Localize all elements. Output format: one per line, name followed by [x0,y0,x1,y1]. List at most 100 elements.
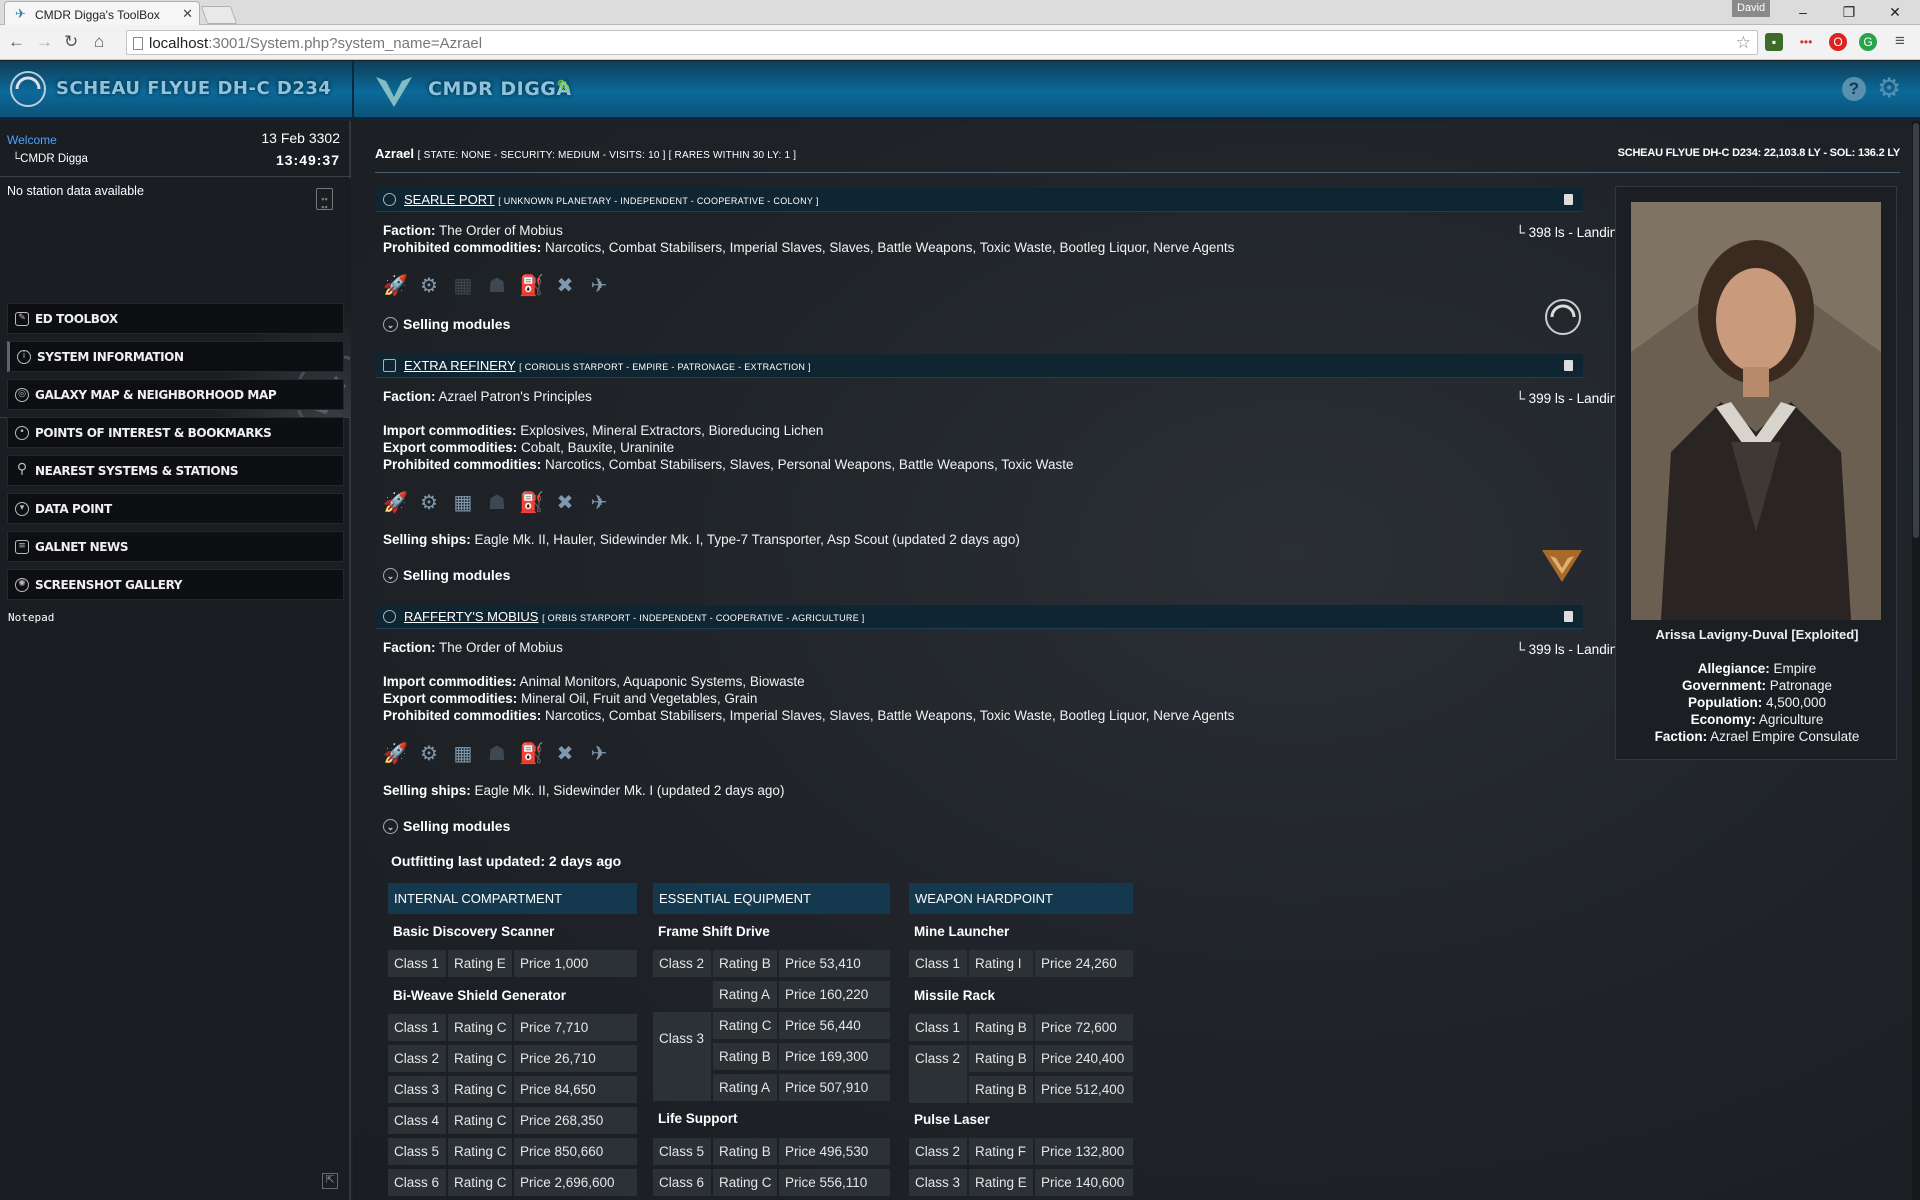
black-market-icon: ☗ [488,743,506,765]
new-tab-button[interactable] [200,6,238,24]
document-icon[interactable] [1564,611,1573,622]
grammarly-icon[interactable]: G [1859,33,1877,51]
menu-icon[interactable]: ≡ [1895,31,1905,51]
game-time: 13:49:37 [275,152,340,168]
url-input[interactable]: localhost:3001/System.php?system_name=Az… [126,30,1758,55]
module-class: Class 2 [909,1138,967,1165]
settings-gear-icon[interactable]: ⚙ [1877,73,1901,104]
ships-line: Selling ships: Eagle Mk. II, Hauler, Sid… [383,532,1020,547]
module-group-name: Basic Discovery Scanner [393,924,555,939]
import-line: Import commodities: Explosives, Mineral … [383,423,823,438]
prohibited-value: Narcotics, Combat Stabilisers, Slaves, P… [545,457,1074,472]
scrollbar-thumb[interactable] [1913,123,1919,538]
close-tab-icon[interactable]: ✕ [182,6,193,22]
station-header-searle-port[interactable]: SEARLE PORT [ UNKNOWN PLANETARY - INDEPE… [376,188,1583,212]
cmdr-name: CMDR DIGGA [428,78,572,100]
window-close-icon[interactable]: ✕ [1872,0,1918,24]
help-icon[interactable]: ? [1842,77,1866,101]
calculator-icon[interactable]: ▪▪ ▪▪ [316,188,333,212]
label: Import commodities: [383,674,517,689]
poi-icon: • [15,426,29,440]
opera-icon[interactable]: O [1829,33,1847,51]
module-price: Price 26,710 [514,1045,637,1072]
scrollbar-track[interactable] [1912,121,1920,1200]
extension-dots-icon[interactable]: ••• [1797,33,1815,51]
document-icon[interactable] [1564,360,1573,371]
station-name[interactable]: EXTRA REFINERY [404,358,516,373]
module-rating: Rating B [969,1014,1033,1041]
selling-modules-toggle[interactable]: ⌄ Selling modules [383,567,510,583]
collapse-sidebar-icon[interactable]: ⇱ [322,1173,338,1189]
station-header-extra-refinery[interactable]: EXTRA REFINERY [ CORIOLIS STARPORT - EMP… [376,354,1583,378]
faction-line: Faction: Azrael Patron's Principles [383,389,592,404]
module-class: Class 2 [909,1045,967,1103]
menu-points-of-interest[interactable]: • POINTS OF INTEREST & BOOKMARKS [7,417,344,448]
menu-data-point[interactable]: ▾ DATA POINT [7,493,344,524]
document-icon[interactable] [1564,194,1573,205]
bookmark-star-icon[interactable]: ☆ [1736,33,1751,53]
module-rating: Rating E [448,950,512,977]
module-price: Price 268,350 [514,1107,637,1134]
module-price: Price 1,000 [514,950,637,977]
module-rating: Rating B [969,1076,1033,1103]
label: Selling ships: [383,783,471,798]
module-rating: Rating C [448,1014,512,1041]
minimize-icon[interactable]: – [1780,0,1826,24]
menu-galnet-news[interactable]: ≡ GALNET NEWS [7,531,344,562]
forward-icon[interactable]: → [36,32,53,52]
back-icon[interactable]: ← [8,32,25,52]
ships-value: Eagle Mk. II, Sidewinder Mk. I (updated … [474,783,785,798]
edit-pencil-icon[interactable]: ✎ [556,75,573,100]
faction-line: Faction: Azrael Empire Consulate [1616,729,1898,744]
welcome-link[interactable]: Welcome [7,133,57,147]
divider [375,172,1900,173]
module-class: Class 1 [388,1014,446,1041]
browser-tab[interactable]: ✈ CMDR Digga's ToolBox ✕ [4,1,200,25]
module-class: Class 3 [653,1012,711,1101]
station-name[interactable]: SEARLE PORT [404,192,495,207]
elite-logo-icon[interactable] [8,69,48,109]
rearm-icon: ✈ [590,743,608,765]
station-status: No station data available [7,184,144,198]
station-name[interactable]: RAFFERTY'S MOBIUS [404,609,538,624]
reload-icon[interactable]: ↻ [64,32,78,52]
menu-ed-toolbox[interactable]: ✎ ED TOOLBOX [7,303,344,334]
economy-value: Agriculture [1758,712,1824,727]
extension-icon[interactable]: ▪ [1765,33,1783,51]
restore-icon[interactable]: ❐ [1826,0,1872,24]
notepad-link[interactable]: Notepad [8,611,54,624]
menu-system-information[interactable]: i SYSTEM INFORMATION [7,341,344,372]
chevron-down-icon: ⌄ [383,819,398,834]
market-icon: ▦ [453,492,473,514]
url-host: localhost [149,35,209,52]
export-line: Export commodities: Mineral Oil, Fruit a… [383,691,757,706]
population-value: 4,500,000 [1765,695,1827,710]
label: Prohibited commodities: [383,708,542,723]
allegiance-line: Allegiance: Empire [1616,661,1898,676]
repair-icon: ✖ [556,275,574,297]
module-class: Class 1 [388,950,446,977]
home-icon[interactable]: ⌂ [94,32,104,52]
shipyard-icon: 🚀 [383,743,408,765]
selling-modules-toggle[interactable]: ⌄ Selling modules [383,818,510,834]
news-icon: ≡ [15,540,29,554]
menu-galaxy-map[interactable]: ◎ GALAXY MAP & NEIGHBORHOOD MAP [7,379,344,410]
shipyard-icon: 🚀 [383,492,408,514]
sidebar: Welcome └CMDR Digga 13 Feb 3302 13:49:37… [0,121,351,1200]
module-price: Price 850,660 [514,1138,637,1165]
menu-nearest-systems[interactable]: ⚲ NEAREST SYSTEMS & STATIONS [7,455,344,486]
menu-screenshot-gallery[interactable]: ✺ SCREENSHOT GALLERY [7,569,344,600]
user-badge[interactable]: David [1732,0,1770,17]
module-rating: Rating C [448,1045,512,1072]
label: Faction: [383,389,436,404]
module-group-name: Mine Launcher [914,924,1010,939]
outfitting-icon: ⚙ [420,492,438,514]
station-header-raffertys-mobius[interactable]: RAFFERTY'S MOBIUS [ ORBIS STARPORT - IND… [376,605,1583,629]
cmdr-link[interactable]: └CMDR Digga [12,153,88,165]
column-header-internal: INTERNAL COMPARTMENT [388,883,637,914]
column-header-essential: ESSENTIAL EQUIPMENT [653,883,890,914]
ships-line: Selling ships: Eagle Mk. II, Sidewinder … [383,783,784,798]
import-line: Import commodities: Animal Monitors, Aqu… [383,674,805,689]
prohibited-value: Narcotics, Combat Stabilisers, Imperial … [545,708,1235,723]
selling-modules-toggle[interactable]: ⌄ Selling modules [383,316,510,332]
